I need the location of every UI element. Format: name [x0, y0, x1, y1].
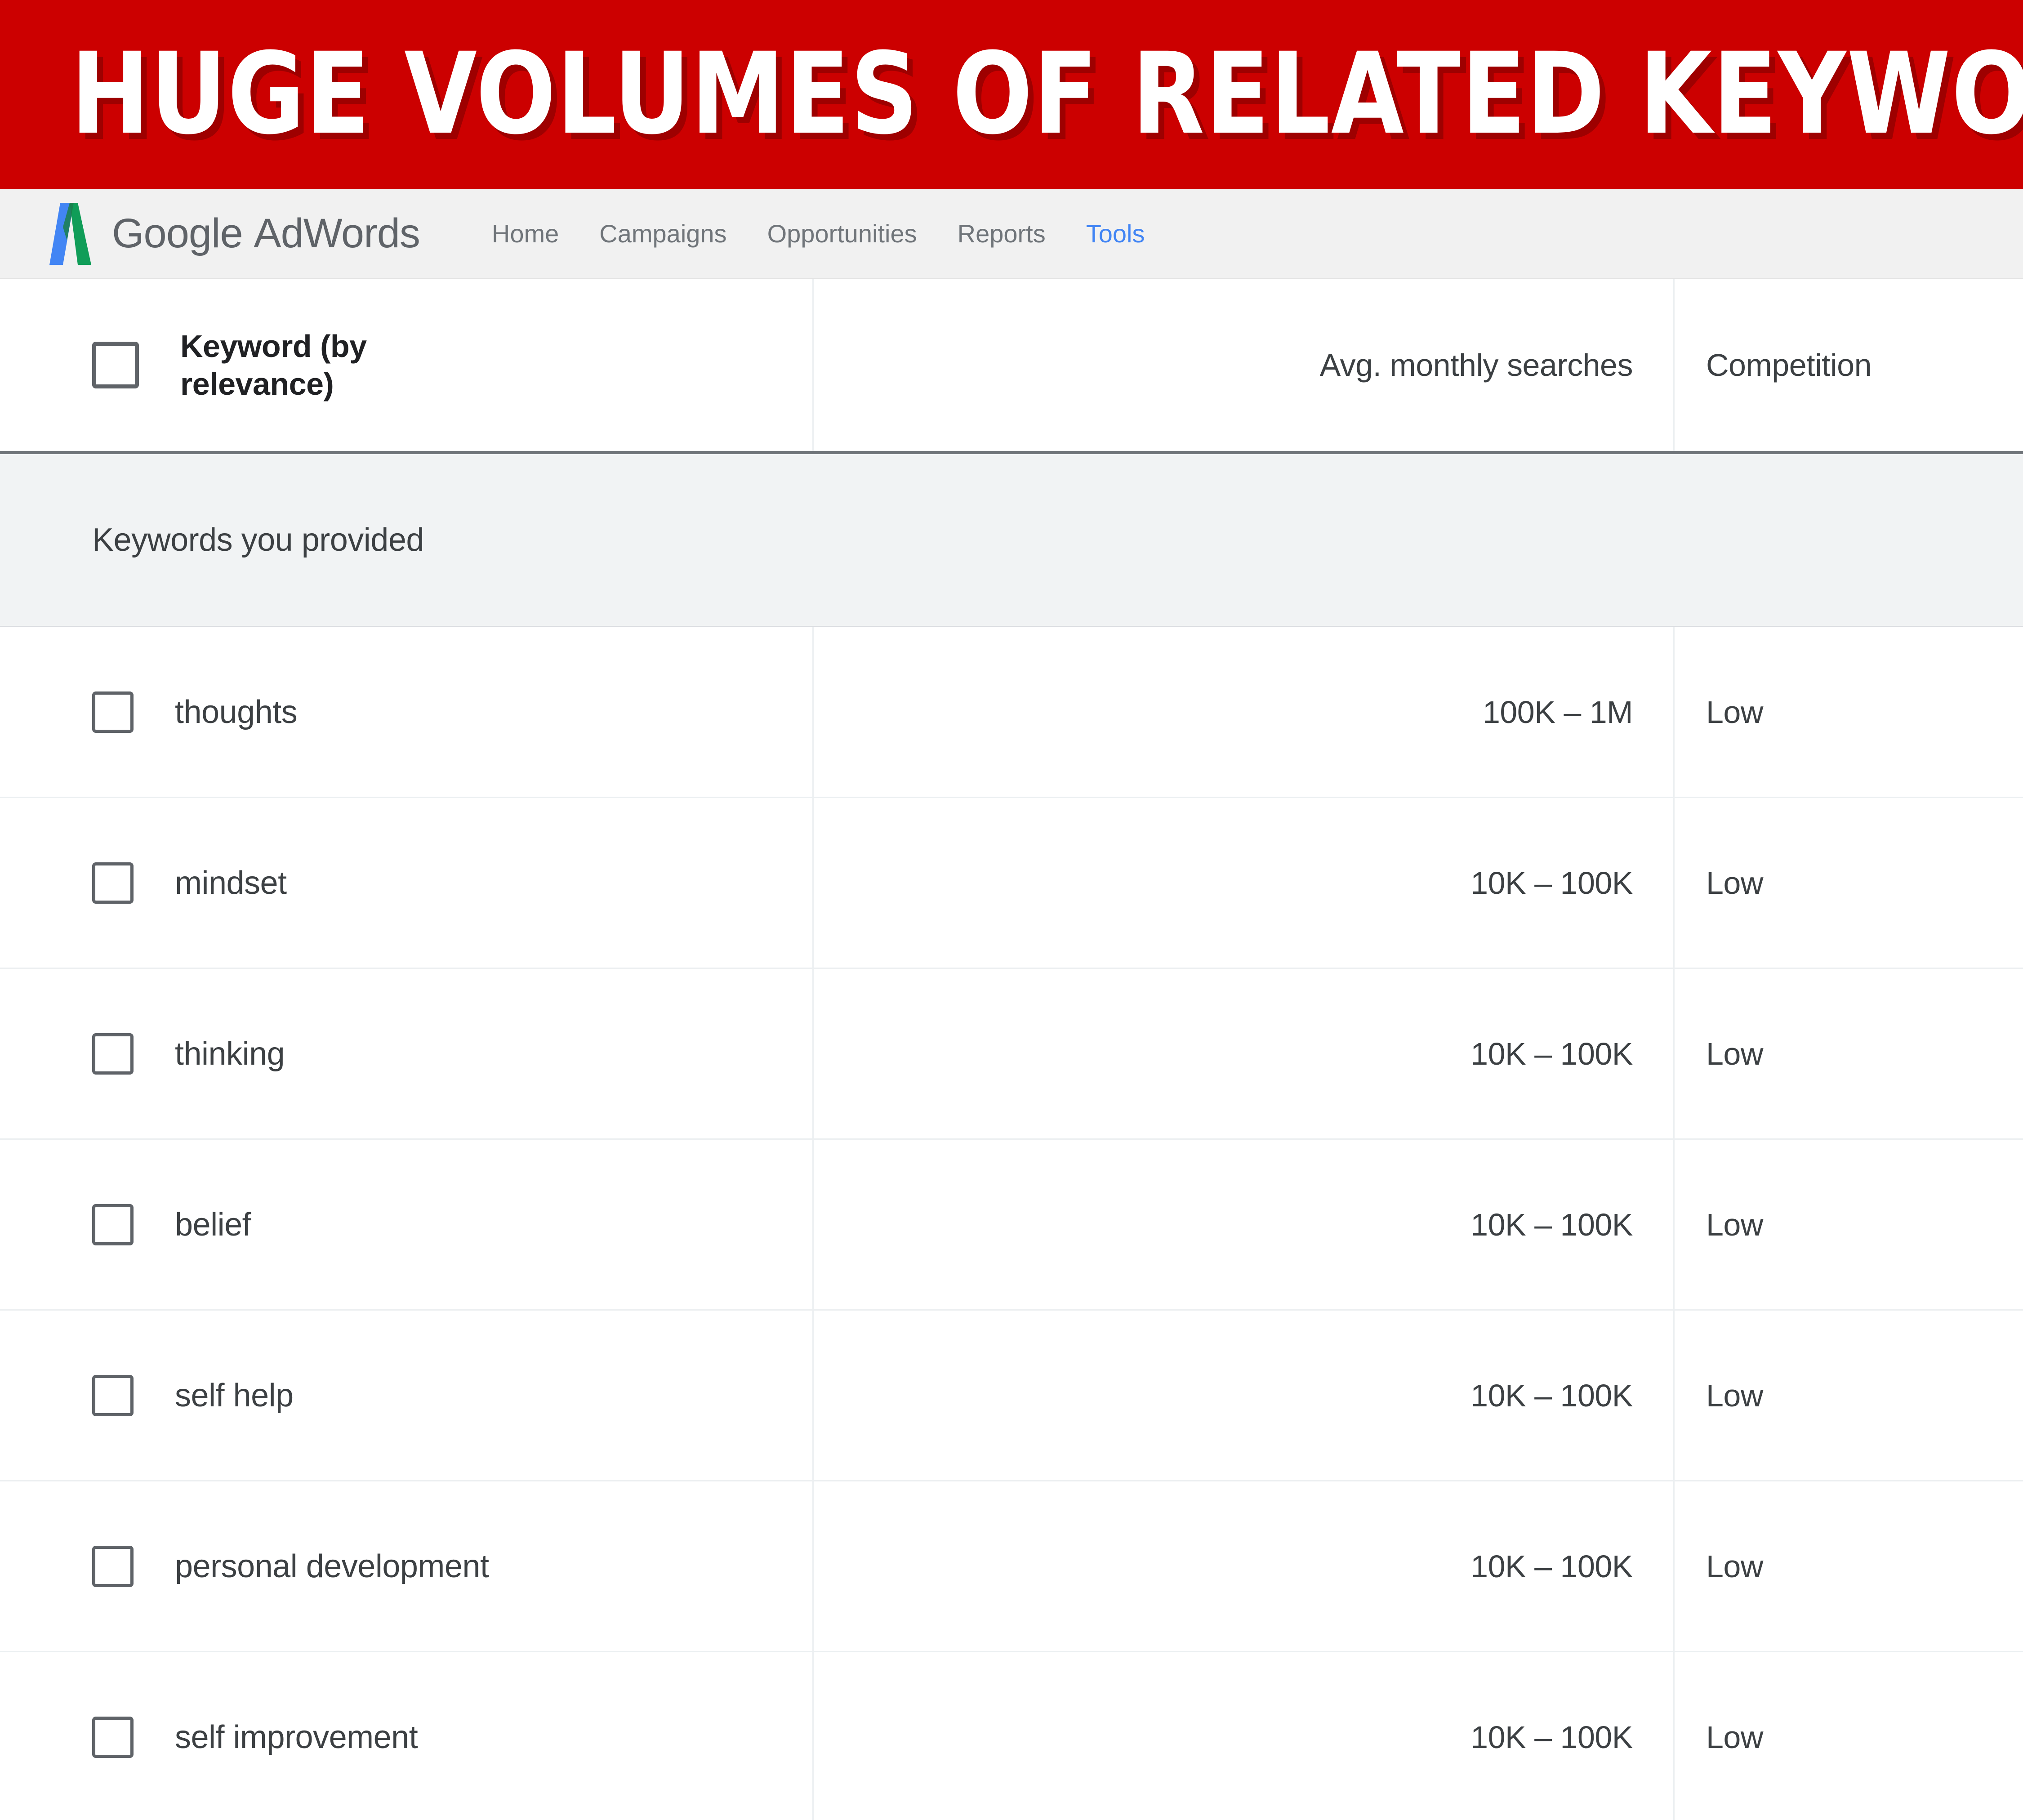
- row-cell-avg-monthly-searches: 10K – 100K: [814, 1140, 1675, 1309]
- section-keywords-you-provided: Keywords you provided: [0, 454, 2023, 627]
- row-cell-avg-monthly-searches: 10K – 100K: [814, 1481, 1675, 1651]
- keyword-label: thoughts: [175, 694, 298, 730]
- avg-monthly-searches-value: 100K – 1M: [1482, 694, 1633, 730]
- header-competition-label: Competition: [1706, 347, 1872, 383]
- header-keyword-line2: relevance): [180, 366, 334, 401]
- header-cell-avg-monthly-searches[interactable]: Avg. monthly searches: [814, 279, 1675, 451]
- header-cell-keyword: Keyword (by relevance): [0, 279, 814, 451]
- row-cell-keyword: mindset: [0, 798, 814, 968]
- avg-monthly-searches-value: 10K – 100K: [1470, 1719, 1633, 1755]
- keyword-results-table: Keyword (by relevance) Avg. monthly sear…: [0, 279, 2023, 1820]
- row-checkbox[interactable]: [92, 1545, 134, 1587]
- row-cell-avg-monthly-searches: 10K – 100K: [814, 1311, 1675, 1480]
- competition-value: Low: [1706, 1207, 1763, 1242]
- keyword-label: belief: [175, 1206, 251, 1243]
- section-label: Keywords you provided: [92, 522, 424, 558]
- nav-link-home[interactable]: Home: [492, 219, 559, 248]
- competition-value: Low: [1706, 865, 1763, 901]
- header-avg-monthly-searches-label: Avg. monthly searches: [1319, 347, 1633, 383]
- row-cell-competition: Low: [1675, 798, 2023, 968]
- row-cell-keyword: self improvement: [0, 1652, 814, 1820]
- keyword-label: self improvement: [175, 1719, 418, 1755]
- table-row[interactable]: personal development 10K – 100K Low: [0, 1481, 2023, 1652]
- promo-banner: HUGE VOLUMES OF RELATED KEYWORDS: [0, 0, 2023, 189]
- row-checkbox[interactable]: [92, 1374, 134, 1416]
- row-cell-keyword: self help: [0, 1311, 814, 1480]
- avg-monthly-searches-value: 10K – 100K: [1470, 1548, 1633, 1584]
- header-keyword-line1: Keyword (by: [180, 328, 367, 364]
- nav-link-tools[interactable]: Tools: [1086, 219, 1145, 248]
- row-cell-keyword: thoughts: [0, 627, 814, 797]
- avg-monthly-searches-value: 10K – 100K: [1470, 1036, 1633, 1071]
- keyword-label: personal development: [175, 1548, 489, 1584]
- brand-adwords: AdWords: [254, 210, 420, 256]
- competition-value: Low: [1706, 1378, 1763, 1413]
- app-navbar: Google AdWords Home Campaigns Opportunit…: [0, 189, 2023, 279]
- row-cell-avg-monthly-searches: 10K – 100K: [814, 1652, 1675, 1820]
- promo-banner-text: HUGE VOLUMES OF RELATED KEYWORDS: [71, 28, 2023, 159]
- row-cell-competition: Low: [1675, 969, 2023, 1138]
- avg-monthly-searches-value: 10K – 100K: [1470, 865, 1633, 901]
- brand-google: Google: [112, 210, 243, 256]
- keyword-label: thinking: [175, 1035, 285, 1072]
- row-checkbox[interactable]: [92, 862, 134, 904]
- row-cell-competition: Low: [1675, 627, 2023, 797]
- table-row[interactable]: belief 10K – 100K Low: [0, 1140, 2023, 1311]
- avg-monthly-searches-value: 10K – 100K: [1470, 1207, 1633, 1242]
- competition-value: Low: [1706, 1036, 1763, 1071]
- table-row[interactable]: thoughts 100K – 1M Low: [0, 627, 2023, 798]
- brand-name: Google AdWords: [112, 210, 420, 257]
- header-keyword-label: Keyword (by relevance): [180, 327, 367, 403]
- brand[interactable]: Google AdWords: [43, 200, 420, 268]
- row-checkbox[interactable]: [92, 691, 134, 733]
- select-all-checkbox[interactable]: [92, 341, 139, 388]
- competition-value: Low: [1706, 1719, 1763, 1755]
- row-cell-competition: Low: [1675, 1652, 2023, 1820]
- google-adwords-logo-icon: [49, 202, 91, 265]
- row-checkbox[interactable]: [92, 1033, 134, 1075]
- row-cell-competition: Low: [1675, 1140, 2023, 1309]
- row-cell-competition: Low: [1675, 1481, 2023, 1651]
- row-cell-competition: Low: [1675, 1311, 2023, 1480]
- nav-links: Home Campaigns Opportunities Reports Too…: [492, 219, 1145, 248]
- table-row[interactable]: self improvement 10K – 100K Low: [0, 1652, 2023, 1820]
- header-cell-competition[interactable]: Competition: [1675, 279, 2023, 451]
- avg-monthly-searches-value: 10K – 100K: [1470, 1378, 1633, 1413]
- row-cell-avg-monthly-searches: 10K – 100K: [814, 798, 1675, 968]
- row-checkbox[interactable]: [92, 1204, 134, 1245]
- nav-link-campaigns[interactable]: Campaigns: [599, 219, 726, 248]
- table-row[interactable]: thinking 10K – 100K Low: [0, 969, 2023, 1140]
- row-cell-keyword: personal development: [0, 1481, 814, 1651]
- nav-link-reports[interactable]: Reports: [958, 219, 1046, 248]
- row-cell-keyword: thinking: [0, 969, 814, 1138]
- row-cell-avg-monthly-searches: 10K – 100K: [814, 969, 1675, 1138]
- row-checkbox[interactable]: [92, 1716, 134, 1758]
- keyword-label: mindset: [175, 865, 287, 901]
- table-row[interactable]: self help 10K – 100K Low: [0, 1311, 2023, 1481]
- row-cell-avg-monthly-searches: 100K – 1M: [814, 627, 1675, 797]
- competition-value: Low: [1706, 1548, 1763, 1584]
- keyword-label: self help: [175, 1377, 294, 1414]
- table-row[interactable]: mindset 10K – 100K Low: [0, 798, 2023, 969]
- table-header-row: Keyword (by relevance) Avg. monthly sear…: [0, 279, 2023, 454]
- row-cell-keyword: belief: [0, 1140, 814, 1309]
- nav-link-opportunities[interactable]: Opportunities: [767, 219, 917, 248]
- competition-value: Low: [1706, 694, 1763, 730]
